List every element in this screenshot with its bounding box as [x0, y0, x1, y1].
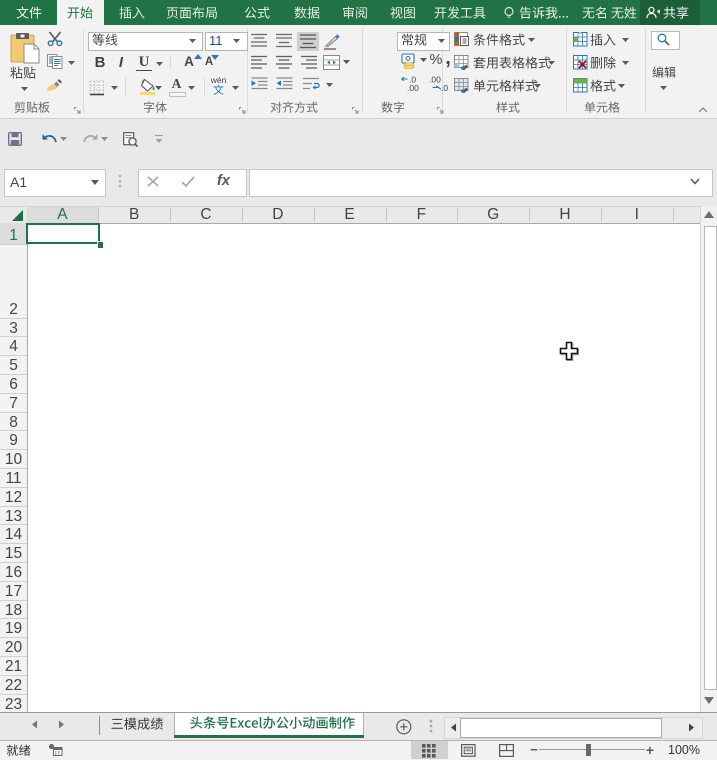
svg-text:.0: .0	[441, 83, 448, 91]
svg-text:.00: .00	[429, 75, 441, 85]
svg-text:.00: .00	[407, 83, 419, 91]
